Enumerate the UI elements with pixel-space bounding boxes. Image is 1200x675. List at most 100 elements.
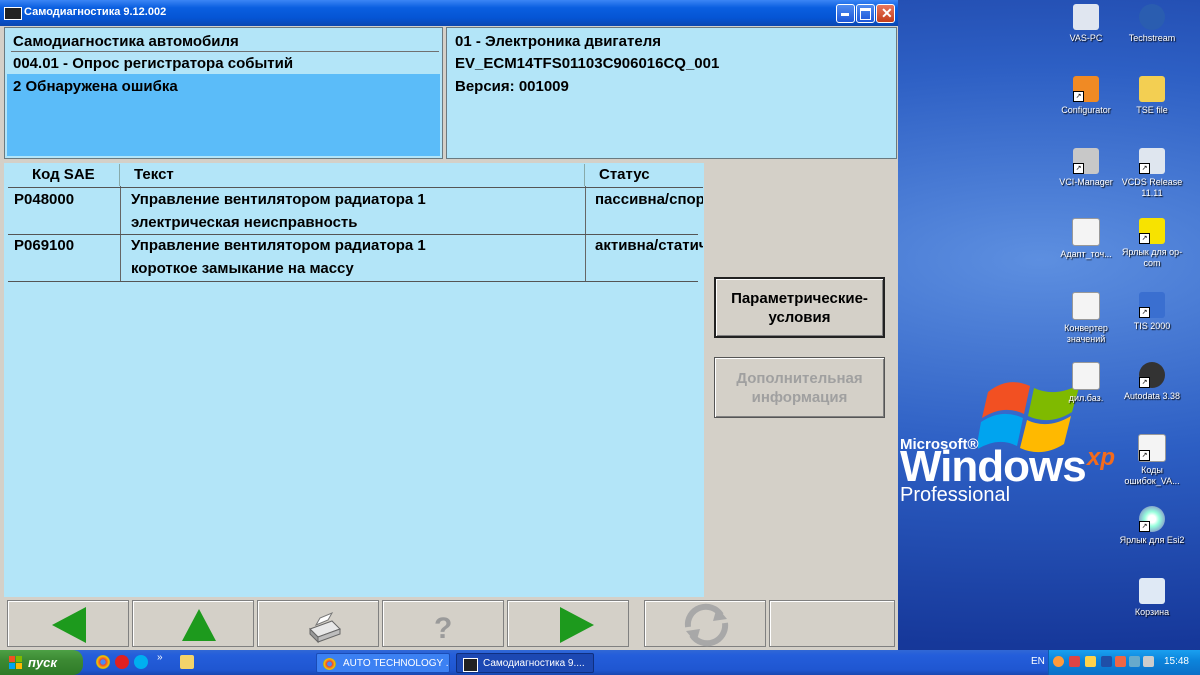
- button-label-line2: информация: [751, 388, 848, 406]
- button-label-line1: Дополнительная: [736, 369, 863, 387]
- function-title: Самодиагностика автомобиля: [13, 33, 239, 50]
- arrow-left-icon: [52, 607, 86, 643]
- skype-icon[interactable]: [134, 655, 148, 669]
- desktop-icon-dil-baz[interactable]: дил.баз.: [1050, 362, 1122, 404]
- language-indicator[interactable]: EN: [1031, 656, 1045, 667]
- tray-network-icon[interactable]: [1069, 656, 1080, 667]
- vcds-icon: ↗: [1139, 148, 1165, 174]
- shortcut-arrow-icon: ↗: [1139, 377, 1150, 388]
- titlebar[interactable]: Самодиагностика 9.12.002 ✕: [0, 0, 898, 26]
- vci-manager-icon: ↗: [1073, 148, 1099, 174]
- button-label-line1: Параметрические-: [731, 289, 868, 307]
- start-button[interactable]: пуск: [0, 650, 83, 675]
- desktop-icon-vas-pc[interactable]: VAS-PC: [1050, 4, 1122, 44]
- desktop-icon-configurator[interactable]: ↗ Configurator: [1050, 76, 1122, 116]
- parametric-conditions-button[interactable]: Параметрические-условия: [714, 277, 885, 338]
- task-label: AUTO TECHNOLOGY ...: [343, 658, 450, 669]
- chrome-icon: [323, 658, 336, 670]
- chrome-icon[interactable]: [96, 655, 110, 669]
- desktop-icon-autodata[interactable]: ↗ Autodata 3.38: [1116, 362, 1188, 402]
- tray-volume-icon[interactable]: [1143, 656, 1154, 667]
- document-icon: ↗: [1138, 434, 1166, 462]
- shortcut-arrow-icon: ↗: [1139, 450, 1150, 461]
- bottom-toolbar: ?: [0, 597, 898, 650]
- desktop-icon-opcom[interactable]: ↗ Ярлык для op-com: [1116, 218, 1188, 269]
- shortcut-arrow-icon: ↗: [1073, 163, 1084, 174]
- fault-text-detail: электрическая неисправность: [131, 214, 358, 231]
- self-diagnosis-window: Самодиагностика 9.12.002 ✕ Самодиагности…: [0, 0, 898, 650]
- additional-info-button[interactable]: Дополнительная информация: [714, 357, 885, 418]
- print-button[interactable]: [257, 600, 379, 647]
- column-header-text[interactable]: Текст: [120, 164, 585, 186]
- column-header-sae-code[interactable]: Код SAE: [10, 164, 120, 186]
- shortcut-arrow-icon: ↗: [1073, 91, 1084, 102]
- window-title: Самодиагностика 9.12.002: [24, 6, 167, 18]
- desktop-icon-techstream[interactable]: Techstream: [1116, 4, 1188, 44]
- windows-flag-icon: [9, 656, 22, 669]
- maximize-icon: [860, 8, 871, 20]
- control-unit-panel: 01 - Электроника двигателя EV_ECM14TFS01…: [446, 27, 897, 159]
- xp-text: xp: [1087, 444, 1116, 471]
- tray-usb-icon[interactable]: [1101, 656, 1112, 667]
- arrow-up-icon: [182, 609, 216, 641]
- desktop-icon-adapt[interactable]: Адапт_точ...: [1050, 218, 1122, 260]
- system-tray: 15:48: [1048, 650, 1200, 675]
- clock[interactable]: 15:48: [1164, 656, 1189, 667]
- desktop-icon-esi2[interactable]: ↗ Ярлык для Esi2: [1116, 506, 1188, 546]
- forward-button[interactable]: [507, 600, 629, 647]
- quicklaunch-overflow-icon[interactable]: »: [157, 652, 163, 663]
- tray-antivirus-icon[interactable]: [1115, 656, 1126, 667]
- start-label: пуск: [28, 655, 57, 670]
- desktop-icon-vcds[interactable]: ↗ VCDS Release 11.11: [1116, 148, 1188, 199]
- help-button[interactable]: ?: [382, 600, 504, 647]
- close-icon: ✕: [881, 5, 893, 21]
- fault-status: пассивна/спорадически: [595, 191, 703, 208]
- control-unit-part-number: EV_ECM14TFS01103C906016CQ_001: [455, 55, 720, 72]
- desktop-icon-tse-file[interactable]: TSE file: [1116, 76, 1188, 116]
- printer-icon: [309, 611, 341, 644]
- desktop-icon-vci-manager[interactable]: ↗ VCI-Manager: [1050, 148, 1122, 188]
- close-button[interactable]: ✕: [876, 4, 895, 23]
- maximize-button[interactable]: [856, 4, 875, 23]
- shortcut-arrow-icon: ↗: [1139, 163, 1150, 174]
- tray-arrow-icon[interactable]: [1053, 656, 1064, 667]
- fault-text: Управление вентилятором радиатора 1: [131, 191, 426, 208]
- up-button[interactable]: [132, 600, 254, 647]
- document-icon: [1072, 292, 1100, 320]
- arrow-right-icon: [560, 607, 594, 643]
- shortcut-arrow-icon: ↗: [1139, 307, 1150, 318]
- autodata-icon: ↗: [1139, 362, 1165, 388]
- desktop-icon-converter[interactable]: Конвертер значений: [1050, 292, 1122, 345]
- task-auto-technology[interactable]: AUTO TECHNOLOGY ...: [316, 653, 450, 673]
- desktop-icon-recycle-bin[interactable]: Корзина: [1116, 578, 1188, 618]
- column-header-status[interactable]: Статус: [585, 164, 703, 186]
- vehicle-info-panel: Самодиагностика автомобиля 004.01 - Опро…: [4, 27, 443, 159]
- desktop-icon-tis2000[interactable]: ↗ TIS 2000: [1116, 292, 1188, 332]
- yandex-icon[interactable]: [115, 655, 129, 669]
- help-icon: ?: [434, 612, 452, 645]
- desktop-icon-error-codes[interactable]: ↗ Коды ошибок_VA...: [1116, 434, 1188, 487]
- tray-security-icon[interactable]: [1085, 656, 1096, 667]
- configurator-icon: ↗: [1073, 76, 1099, 102]
- document-icon: [1072, 218, 1100, 246]
- folder-icon: [1139, 76, 1165, 102]
- professional-text: Professional: [900, 484, 1011, 506]
- fault-code: P048000: [14, 191, 75, 208]
- divider: [11, 51, 439, 52]
- back-button[interactable]: [7, 600, 129, 647]
- shortcut-arrow-icon: ↗: [1139, 233, 1150, 244]
- opcom-icon: ↗: [1139, 218, 1165, 244]
- fault-status: активна/статически: [595, 237, 703, 254]
- app-car-icon: [4, 7, 22, 20]
- shortcut-arrow-icon: ↗: [1139, 521, 1150, 532]
- task-label: Самодиагностика 9....: [483, 658, 585, 669]
- fault-text: Управление вентилятором радиатора 1: [131, 237, 426, 254]
- cd-icon: ↗: [1139, 506, 1165, 532]
- show-desktop-icon[interactable]: [180, 655, 194, 669]
- refresh-icon: [684, 603, 729, 647]
- tray-monitor-icon[interactable]: [1129, 656, 1140, 667]
- minimize-button[interactable]: [836, 4, 855, 23]
- refresh-button[interactable]: [644, 600, 766, 647]
- svg-text:?: ?: [434, 612, 452, 645]
- task-self-diagnosis[interactable]: Самодиагностика 9....: [456, 653, 594, 673]
